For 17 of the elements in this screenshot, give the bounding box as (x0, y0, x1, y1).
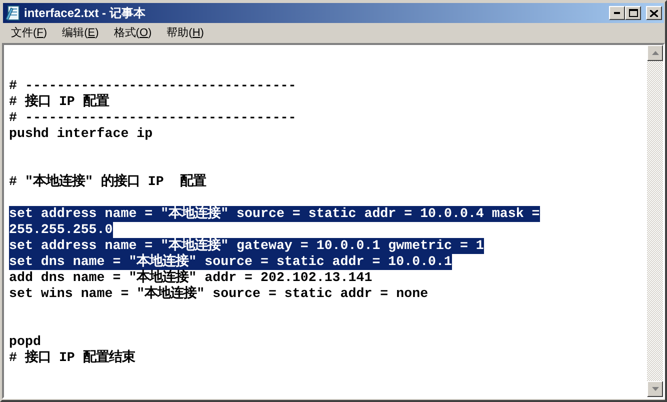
notepad-icon (5, 5, 21, 21)
menu-item[interactable]: 帮助(H) (160, 24, 211, 42)
scroll-down-button[interactable] (647, 381, 663, 397)
maximize-button[interactable] (625, 6, 641, 20)
menu-item[interactable]: 格式(O) (106, 24, 159, 42)
maximize-icon (628, 9, 638, 17)
menu-item[interactable]: 编辑(E) (55, 24, 106, 42)
close-icon (650, 10, 658, 16)
up-arrow-icon (652, 51, 658, 55)
window-title: interface2.txt - 记事本 (24, 5, 146, 22)
scrollbar[interactable] (647, 45, 663, 397)
minimize-icon (614, 12, 620, 14)
scroll-up-button[interactable] (647, 45, 663, 61)
down-arrow-icon (652, 387, 658, 391)
close-button[interactable] (646, 6, 662, 20)
minimize-button[interactable] (609, 6, 625, 20)
menu-item[interactable]: 文件(F) (4, 24, 54, 42)
